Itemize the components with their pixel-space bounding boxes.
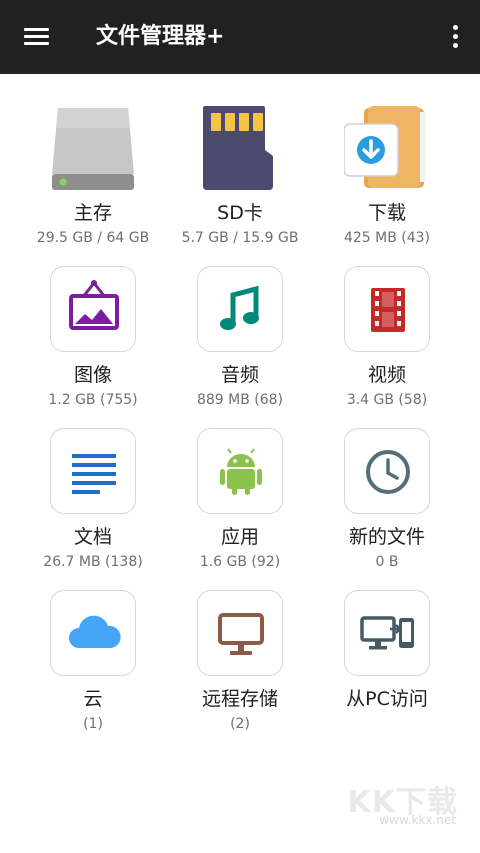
more-options-icon[interactable] bbox=[442, 20, 468, 54]
tile-subtext: 5.7 GB / 15.9 GB bbox=[181, 230, 299, 246]
tile-subtext: 26.7 MB (138) bbox=[43, 554, 143, 570]
app-bar: 文件管理器+ bbox=[0, 0, 480, 74]
music-note-icon bbox=[197, 266, 283, 352]
tile-subtext: 425 MB (43) bbox=[343, 230, 431, 246]
clock-icon bbox=[344, 428, 430, 514]
download-folder-icon bbox=[344, 104, 430, 190]
sd-card-icon bbox=[197, 104, 283, 190]
tile-video[interactable]: 视频 3.4 GB (58) bbox=[312, 266, 462, 416]
tile-subtext: (2) bbox=[230, 716, 250, 732]
tile-label: 远程存储 bbox=[201, 688, 278, 710]
tile-subtext: 3.4 GB (58) bbox=[346, 392, 428, 408]
watermark-url: www.kkx.net bbox=[379, 813, 456, 827]
tile-apps[interactable]: 应用 1.6 GB (92) bbox=[165, 428, 315, 578]
pc-to-phone-icon bbox=[344, 590, 430, 676]
tile-images[interactable]: 图像 1.2 GB (755) bbox=[18, 266, 168, 416]
tile-label: 应用 bbox=[220, 526, 259, 548]
tile-audio[interactable]: 音频 889 MB (68) bbox=[165, 266, 315, 416]
tile-subtext: 29.5 GB / 64 GB bbox=[36, 230, 150, 246]
tile-label: 主存 bbox=[73, 202, 112, 224]
tile-subtext: 889 MB (68) bbox=[196, 392, 284, 408]
watermark: KK下载 www.kkx.net bbox=[328, 777, 458, 827]
tile-label: 下载 bbox=[367, 202, 406, 224]
film-strip-icon bbox=[344, 266, 430, 352]
tile-label: SD卡 bbox=[217, 202, 263, 224]
tile-documents[interactable]: 文档 26.7 MB (138) bbox=[18, 428, 168, 578]
internal-storage-icon bbox=[50, 104, 136, 190]
tile-label: 云 bbox=[83, 688, 103, 710]
android-icon bbox=[197, 428, 283, 514]
tile-access-from-pc[interactable]: 从PC访问 bbox=[312, 590, 462, 740]
tile-label: 视频 bbox=[367, 364, 406, 386]
tile-subtext: (1) bbox=[83, 716, 103, 732]
app-title: 文件管理器+ bbox=[96, 24, 225, 49]
hamburger-menu-icon[interactable] bbox=[14, 17, 60, 57]
tile-label: 文档 bbox=[73, 526, 112, 548]
tile-label: 音频 bbox=[220, 364, 259, 386]
monitor-icon bbox=[197, 590, 283, 676]
document-lines-icon bbox=[50, 428, 136, 514]
tile-subtext: 0 B bbox=[375, 554, 399, 570]
tile-label: 从PC访问 bbox=[346, 688, 428, 710]
tile-label: 图像 bbox=[73, 364, 112, 386]
tile-recent-files[interactable]: 新的文件 0 B bbox=[312, 428, 462, 578]
tile-subtext: 1.2 GB (755) bbox=[48, 392, 138, 408]
tile-label: 新的文件 bbox=[348, 526, 425, 548]
cloud-icon bbox=[50, 590, 136, 676]
tile-subtext: 1.6 GB (92) bbox=[199, 554, 281, 570]
tile-sd-card[interactable]: SD卡 5.7 GB / 15.9 GB bbox=[165, 104, 315, 254]
tile-internal-storage[interactable]: 主存 29.5 GB / 64 GB bbox=[18, 104, 168, 254]
tile-cloud[interactable]: 云 (1) bbox=[18, 590, 168, 740]
image-frame-icon bbox=[50, 266, 136, 352]
tile-remote-storage[interactable]: 远程存储 (2) bbox=[165, 590, 315, 740]
tile-download[interactable]: 下载 425 MB (43) bbox=[312, 104, 462, 254]
